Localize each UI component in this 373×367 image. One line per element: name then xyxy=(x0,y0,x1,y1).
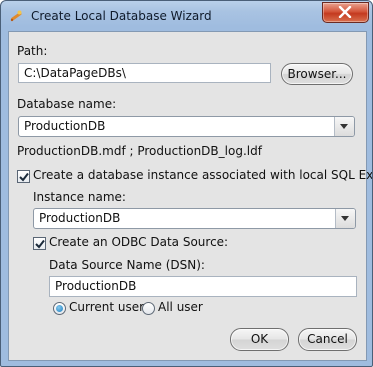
database-name-combo[interactable]: ProductionDB xyxy=(18,116,355,137)
path-label: Path: xyxy=(17,44,48,58)
instance-name-label: Instance name: xyxy=(33,190,126,204)
instance-checkbox[interactable] xyxy=(17,170,30,183)
dsn-input[interactable]: ProductionDB xyxy=(49,276,357,297)
dsn-label: Data Source Name (DSN): xyxy=(49,258,205,272)
close-button[interactable] xyxy=(322,2,369,23)
close-icon xyxy=(338,6,352,18)
chevron-down-icon xyxy=(340,124,348,129)
current-user-radio[interactable] xyxy=(53,302,66,315)
database-dropdown-button[interactable] xyxy=(334,117,354,136)
chevron-down-icon xyxy=(341,216,349,221)
checkmark-icon xyxy=(19,172,29,182)
database-name-label: Database name: xyxy=(17,97,117,111)
wizard-body: Path: C:\DataPageDBs\ Browser... Databas… xyxy=(8,31,372,361)
path-input[interactable]: C:\DataPageDBs\ xyxy=(18,63,271,83)
instance-name-combo[interactable]: ProductionDB xyxy=(33,208,356,229)
odbc-checkbox[interactable] xyxy=(33,237,46,250)
radio-selected-dot xyxy=(56,305,63,312)
odbc-checkbox-label[interactable]: Create an ODBC Data Source: xyxy=(49,235,228,249)
title-bar[interactable]: Create Local Database Wizard xyxy=(1,1,372,31)
all-user-radio[interactable] xyxy=(142,302,155,315)
all-user-label[interactable]: All user xyxy=(158,300,203,314)
database-name-value: ProductionDB xyxy=(24,119,106,133)
current-user-label[interactable]: Current user xyxy=(69,300,144,314)
database-files-text: ProductionDB.mdf ; ProductionDB_log.ldf xyxy=(17,144,262,158)
wizard-window: Create Local Database Wizard Path: C:\Da… xyxy=(0,0,373,367)
browse-button[interactable]: Browser... xyxy=(281,63,353,85)
window-title: Create Local Database Wizard xyxy=(31,9,212,23)
ok-button[interactable]: OK xyxy=(230,328,289,351)
cancel-button[interactable]: Cancel xyxy=(298,328,357,351)
instance-checkbox-label[interactable]: Create a database instance associated wi… xyxy=(33,168,372,182)
checkmark-icon xyxy=(35,239,45,249)
instance-dropdown-button[interactable] xyxy=(335,209,355,228)
wizard-app-icon xyxy=(9,9,23,23)
instance-name-value: ProductionDB xyxy=(39,211,121,225)
